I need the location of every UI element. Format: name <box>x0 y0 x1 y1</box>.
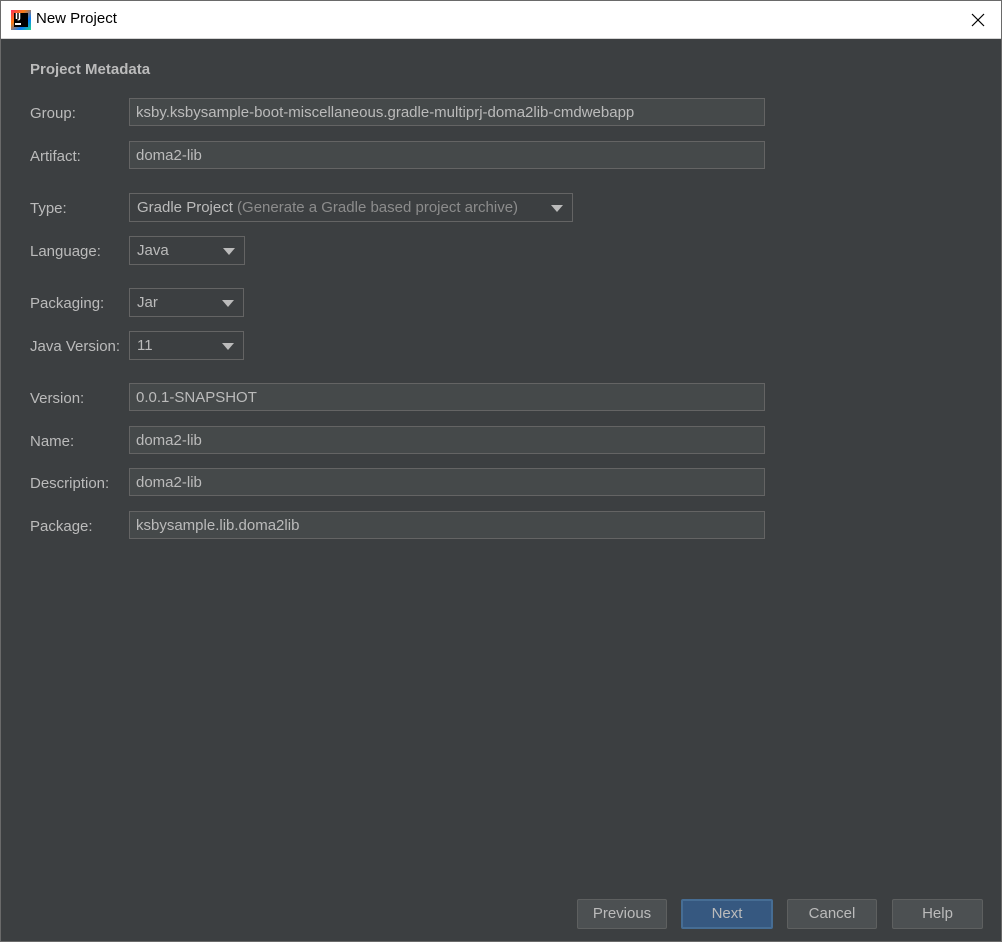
type-label: Type: <box>30 200 67 217</box>
next-button[interactable]: Next <box>681 899 773 929</box>
new-project-dialog: IJ New Project Project Metadata Group: A… <box>0 0 1002 942</box>
window-title: New Project <box>36 10 117 27</box>
language-label: Language: <box>30 243 101 260</box>
cancel-button[interactable]: Cancel <box>787 899 877 929</box>
package-field[interactable] <box>129 511 765 539</box>
group-label: Group: <box>30 105 76 122</box>
section-title: Project Metadata <box>30 61 151 78</box>
chevron-down-icon <box>222 300 234 307</box>
packaging-dropdown[interactable]: Jar <box>129 288 244 317</box>
description-field[interactable] <box>129 468 765 496</box>
title-bar: IJ New Project <box>1 1 1001 39</box>
chevron-down-icon <box>223 248 235 255</box>
close-icon <box>971 13 985 26</box>
name-label: Name: <box>30 433 75 450</box>
version-field[interactable] <box>129 383 765 411</box>
java-version-label: Java Version: <box>30 338 121 355</box>
language-value: Java <box>137 242 169 259</box>
artifact-field[interactable] <box>129 141 765 169</box>
chevron-down-icon <box>551 205 563 212</box>
type-hint: (Generate a Gradle based project archive… <box>237 199 519 216</box>
type-value: Gradle Project <box>137 199 233 216</box>
package-label: Package: <box>30 518 93 535</box>
java-version-value: 11 <box>137 337 153 354</box>
intellij-idea-icon: IJ <box>11 10 31 30</box>
help-button[interactable]: Help <box>892 899 983 929</box>
version-label: Version: <box>30 390 85 407</box>
packaging-label: Packaging: <box>30 295 105 312</box>
java-version-dropdown[interactable]: 11 <box>129 331 244 360</box>
artifact-label: Artifact: <box>30 148 81 165</box>
packaging-value: Jar <box>137 294 158 311</box>
group-field[interactable] <box>129 98 765 126</box>
chevron-down-icon <box>222 343 234 350</box>
type-dropdown[interactable]: Gradle Project (Generate a Gradle based … <box>129 193 573 222</box>
previous-button[interactable]: Previous <box>577 899 667 929</box>
description-label: Description: <box>30 475 110 492</box>
language-dropdown[interactable]: Java <box>129 236 245 265</box>
name-field[interactable] <box>129 426 765 454</box>
close-button[interactable] <box>955 1 1001 38</box>
